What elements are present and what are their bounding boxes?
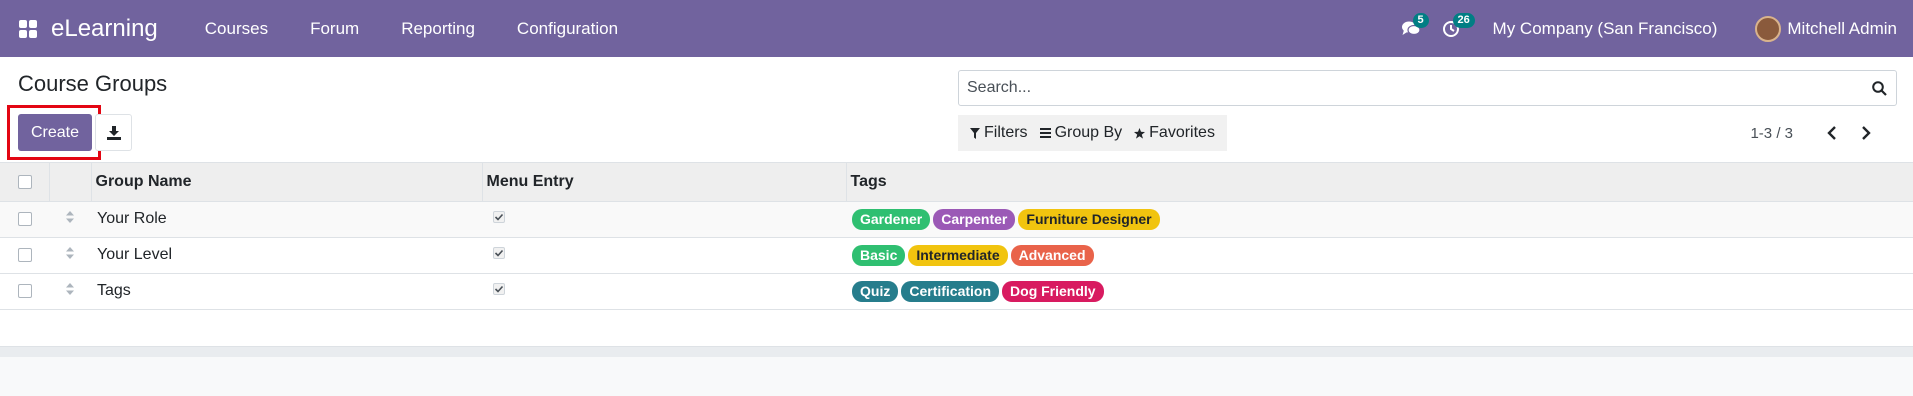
row-checkbox[interactable] <box>18 247 32 262</box>
search-button[interactable] <box>1862 71 1896 105</box>
favorites-label: Favorites <box>1149 124 1215 141</box>
nav-item-courses[interactable]: Courses <box>184 19 289 39</box>
drag-handle-icon[interactable] <box>65 210 75 224</box>
favorites-dropdown[interactable]: Favorites <box>1128 124 1221 142</box>
table-row[interactable]: Your Level Basic Intermediate Advanced <box>0 237 1913 273</box>
handle-column-header <box>49 163 92 201</box>
messages-button[interactable]: 5 <box>1391 0 1431 57</box>
nav-item-reporting[interactable]: Reporting <box>380 19 496 39</box>
table-header-row: Group Name Menu Entry Tags <box>0 163 1913 201</box>
check-icon <box>493 211 505 223</box>
group-name-cell: Your Role <box>97 210 167 227</box>
systray: 5 26 My Company (San Francisco) Mitchell… <box>1391 0 1913 57</box>
tag-badge: Furniture Designer <box>1018 208 1160 230</box>
create-button[interactable]: Create <box>18 114 92 151</box>
group-name-cell: Tags <box>97 282 131 300</box>
chevron-left-icon <box>1827 126 1836 140</box>
menu-entry-checkbox <box>492 246 506 260</box>
pager-previous-button[interactable] <box>1815 115 1849 151</box>
tag-badge: Dog Friendly <box>1002 280 1104 302</box>
pager: 1-3 / 3 <box>1750 115 1883 151</box>
table-row[interactable]: Tags Quiz Certification Dog Friendly <box>0 273 1913 309</box>
page-title: Course Groups <box>18 71 168 96</box>
groupby-label: Group By <box>1054 124 1123 141</box>
chevron-right-icon <box>1862 126 1871 140</box>
group-name-cell: Your Level <box>97 246 173 263</box>
column-header-menu-entry[interactable]: Menu Entry <box>482 163 847 201</box>
company-switcher[interactable]: My Company (San Francisco) <box>1493 19 1718 39</box>
activities-count-badge: 26 <box>1452 13 1475 28</box>
messages-count-badge: 5 <box>1412 13 1429 28</box>
nav-item-configuration[interactable]: Configuration <box>496 19 639 39</box>
tag-badge: Gardener <box>852 208 931 230</box>
star-icon <box>1134 127 1146 139</box>
top-navbar: eLearning Courses Forum Reporting Config… <box>0 0 1913 57</box>
table-row[interactable]: Your Role Gardener Carpenter Furniture Des… <box>0 201 1913 237</box>
tags-cell: Gardener Carpenter Furniture Designer <box>846 201 1913 237</box>
search-options: Filters Group By Favorites <box>958 115 1227 151</box>
tag-badge: Intermediate <box>908 244 1008 266</box>
drag-handle-icon[interactable] <box>65 282 75 296</box>
empty-row <box>0 309 1913 347</box>
avatar <box>1755 15 1782 42</box>
funnel-icon <box>970 127 980 139</box>
tag-badge: Carpenter <box>933 208 1016 230</box>
filters-dropdown[interactable]: Filters <box>964 124 1034 142</box>
user-menu[interactable]: Mitchell Admin <box>1755 15 1897 42</box>
tag-badge: Basic <box>852 244 906 266</box>
search-bar <box>958 70 1897 106</box>
pager-next-button[interactable] <box>1849 115 1883 151</box>
groupby-dropdown[interactable]: Group By <box>1034 124 1129 142</box>
menu-entry-checkbox <box>492 210 506 224</box>
drag-handle-icon[interactable] <box>65 246 75 260</box>
row-checkbox[interactable] <box>18 284 32 299</box>
column-header-group-name[interactable]: Group Name <box>91 163 483 201</box>
app-name[interactable]: eLearning <box>51 15 158 43</box>
activities-button[interactable]: 26 <box>1431 0 1475 57</box>
search-input[interactable] <box>959 71 1862 105</box>
tags-cell: Quiz Certification Dog Friendly <box>846 273 1913 309</box>
export-button[interactable] <box>95 114 132 151</box>
menu-entry-checkbox <box>492 282 506 296</box>
search-icon <box>1871 80 1887 96</box>
check-icon <box>493 247 505 259</box>
tag-badge: Certification <box>901 280 1000 302</box>
pager-value[interactable]: 1-3 / 3 <box>1750 125 1793 142</box>
footer-band <box>0 347 1913 357</box>
user-name: Mitchell Admin <box>1787 18 1897 38</box>
control-panel: Course Groups Create Filters Grou <box>0 57 1913 163</box>
tag-badge: Advanced <box>1010 244 1094 266</box>
apps-menu-icon[interactable] <box>19 19 37 38</box>
nav-item-forum[interactable]: Forum <box>289 19 380 39</box>
list-view-table: Group Name Menu Entry Tags Your Role Gar… <box>0 163 1913 309</box>
row-checkbox[interactable] <box>18 211 32 226</box>
bars-icon <box>1039 128 1051 138</box>
filters-label: Filters <box>984 124 1028 141</box>
select-all-checkbox[interactable] <box>18 174 32 189</box>
check-icon <box>493 283 505 296</box>
download-icon <box>106 125 121 140</box>
tags-cell: Basic Intermediate Advanced <box>846 237 1913 273</box>
tag-badge: Quiz <box>852 280 899 302</box>
column-header-tags[interactable]: Tags <box>846 163 1913 201</box>
